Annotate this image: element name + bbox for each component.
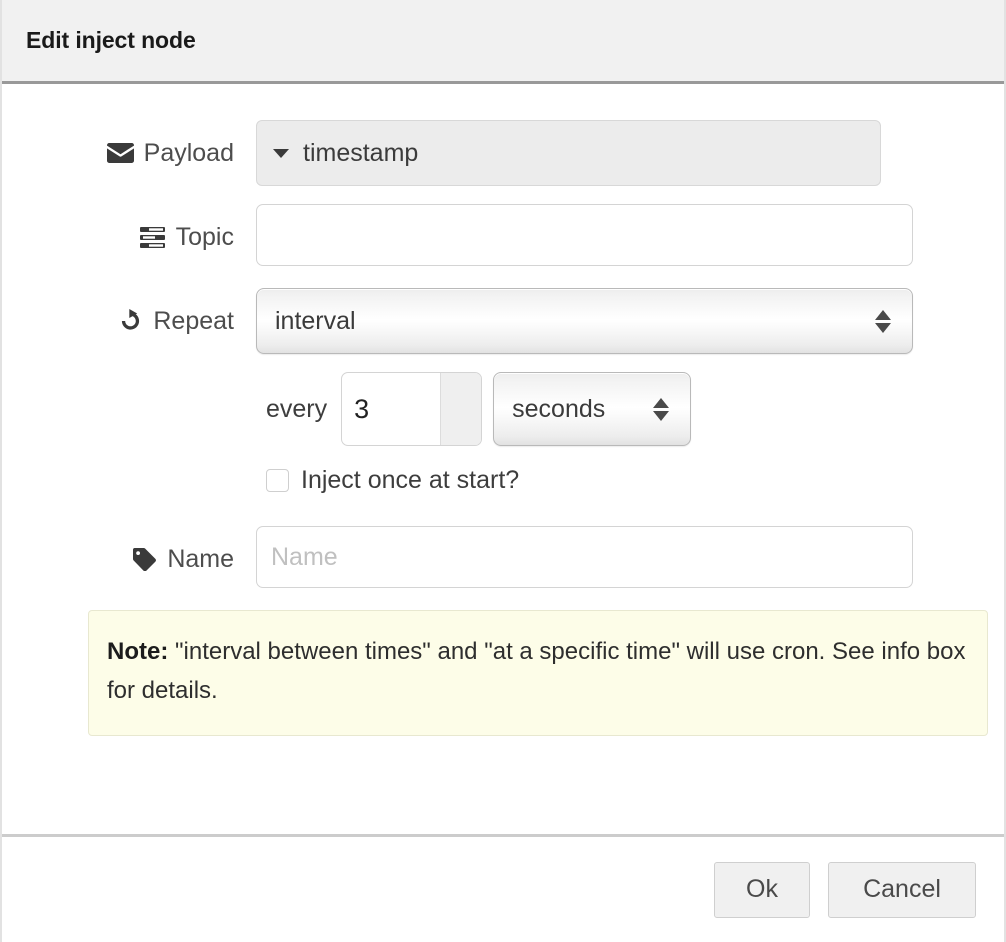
inject-once-row: Inject once at start? bbox=[256, 460, 960, 500]
select-arrows-icon bbox=[870, 309, 896, 333]
dialog-header: Edit inject node bbox=[2, 0, 1004, 84]
select-arrows-icon bbox=[648, 397, 674, 421]
tasks-list-icon bbox=[139, 226, 167, 248]
envelope-icon bbox=[107, 143, 135, 163]
topic-row: Topic bbox=[46, 204, 960, 270]
interval-count-field[interactable] bbox=[341, 372, 483, 446]
chevron-down-icon bbox=[273, 148, 289, 158]
topic-label-text: Topic bbox=[175, 222, 234, 251]
interval-unit-select[interactable]: seconds bbox=[493, 372, 692, 446]
note-prefix: Note: bbox=[107, 638, 169, 665]
inject-once-checkbox[interactable] bbox=[266, 468, 289, 492]
repeat-refresh-icon bbox=[116, 308, 144, 334]
name-row: Name bbox=[46, 526, 960, 592]
payload-label-text: Payload bbox=[143, 138, 234, 167]
payload-type-dropdown[interactable]: timestamp bbox=[256, 120, 881, 186]
interval-row: every seconds bbox=[256, 372, 960, 446]
dialog-footer: Ok Cancel bbox=[2, 834, 1004, 942]
note-text: "interval between times" and "at a speci… bbox=[107, 638, 966, 704]
repeat-row: Repeat interval bbox=[46, 288, 960, 354]
name-input[interactable] bbox=[256, 526, 913, 588]
note-box: Note: "interval between times" and "at a… bbox=[88, 610, 988, 736]
repeat-mode-value: interval bbox=[275, 306, 356, 335]
payload-row: Payload timestamp bbox=[46, 120, 960, 186]
ok-button[interactable]: Ok bbox=[714, 861, 810, 918]
topic-input[interactable] bbox=[256, 204, 913, 266]
tag-icon bbox=[130, 547, 158, 571]
every-label: every bbox=[266, 394, 328, 423]
dialog-body: Payload timestamp Topic Repeat interval … bbox=[2, 84, 1004, 834]
name-label: Name bbox=[46, 526, 256, 592]
cancel-button[interactable]: Cancel bbox=[828, 861, 976, 918]
repeat-label-text: Repeat bbox=[153, 306, 234, 335]
topic-label: Topic bbox=[46, 204, 256, 270]
edit-inject-node-dialog: Edit inject node Payload timestamp Topic… bbox=[0, 0, 1006, 942]
interval-count-input[interactable] bbox=[342, 373, 443, 445]
number-stepper[interactable] bbox=[440, 373, 482, 445]
name-label-text: Name bbox=[167, 544, 234, 573]
repeat-label: Repeat bbox=[46, 288, 256, 354]
inject-once-label[interactable]: Inject once at start? bbox=[301, 466, 519, 495]
payload-value: timestamp bbox=[303, 138, 419, 167]
repeat-mode-select[interactable]: interval bbox=[256, 288, 913, 354]
interval-unit-value: seconds bbox=[512, 394, 606, 423]
payload-label: Payload bbox=[46, 120, 256, 186]
page-title: Edit inject node bbox=[26, 27, 196, 53]
